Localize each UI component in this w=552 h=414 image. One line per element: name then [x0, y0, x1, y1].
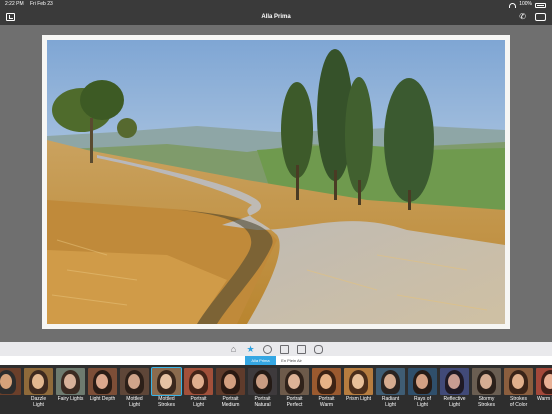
- portrait-face-icon: [224, 374, 236, 389]
- preset-item[interactable]: Dazzle Light: [23, 368, 54, 412]
- preset-thumbnail: [440, 368, 469, 395]
- layers-icon[interactable]: [297, 345, 306, 354]
- preset-thumbnail: [24, 368, 53, 395]
- portrait-face-icon: [416, 374, 428, 389]
- portrait-face-icon: [448, 374, 460, 389]
- status-time: 2:22 PM: [5, 1, 24, 7]
- preset-item[interactable]: Warm Blush: [535, 368, 552, 412]
- portrait-face-icon: [96, 374, 108, 389]
- star-icon[interactable]: ★: [246, 345, 255, 354]
- preset-thumbnail: [408, 368, 437, 395]
- battery-percent: 100%: [519, 1, 532, 7]
- portrait-face-icon: [512, 374, 524, 389]
- portrait-face-icon: [192, 374, 204, 389]
- preset-item[interactable]: Portrait Light: [183, 368, 214, 412]
- portrait-face-icon: [0, 374, 12, 389]
- preset-item[interactable]: Mottled Strokes: [151, 367, 182, 412]
- portrait-face-icon: [320, 374, 332, 389]
- portrait-face-icon: [128, 374, 140, 389]
- preset-thumbnail: [248, 368, 277, 395]
- preset-item[interactable]: Fairy Lights: [55, 368, 86, 412]
- preset-thumbnail: [151, 367, 182, 396]
- lens-icon[interactable]: [314, 345, 323, 354]
- preset-item[interactable]: Portrait Medium: [215, 368, 246, 412]
- canvas-area: [0, 25, 552, 342]
- preset-thumbnail: [472, 368, 501, 395]
- preset-thumbnail: [536, 368, 552, 395]
- page-title: Alla Prima: [261, 14, 291, 20]
- preset-thumbnail: [216, 368, 245, 395]
- nav-bar: Alla Prima ✆: [0, 9, 552, 25]
- preset-strip[interactable]: Dazzle Light Fairy Lights Light Depth Mottl…: [0, 365, 552, 414]
- tool-bar: ⌂ ★: [0, 342, 552, 356]
- preset-item[interactable]: Stormy Strokes: [471, 368, 502, 412]
- tab-en-plein-air[interactable]: En Plein Air: [276, 356, 307, 365]
- portrait-face-icon: [480, 374, 492, 389]
- landscape-painting-icon: [47, 40, 505, 324]
- style-tabs: Alla Prima En Plein Air: [0, 356, 552, 365]
- portrait-face-icon: [256, 374, 268, 389]
- painted-landscape-image[interactable]: [47, 40, 505, 324]
- preset-label: Warm Blush: [536, 396, 552, 402]
- preset-thumbnail: [312, 368, 341, 395]
- status-right: 100%: [509, 0, 546, 9]
- portrait-face-icon: [384, 374, 396, 389]
- preset-item[interactable]: Portrait Natural: [247, 368, 278, 412]
- tab-alla-prima[interactable]: Alla Prima: [245, 356, 276, 365]
- preset-thumbnail: [280, 368, 309, 395]
- preset-thumbnail: [184, 368, 213, 395]
- portrait-face-icon: [64, 374, 76, 389]
- battery-icon: [535, 3, 546, 8]
- portrait-face-icon: [32, 374, 44, 389]
- preset-thumbnail: [504, 368, 533, 395]
- preset-thumbnail: [120, 368, 149, 395]
- preset-item[interactable]: Portrait Warm: [311, 368, 342, 412]
- status-date: Fri Feb 23: [30, 1, 53, 7]
- preset-thumbnail: [376, 368, 405, 395]
- brush-icon[interactable]: [263, 345, 272, 354]
- preset-thumbnail: [88, 368, 117, 395]
- preset-item[interactable]: Reflective Light: [439, 368, 470, 412]
- artwork-frame: [42, 35, 510, 329]
- preset-item[interactable]: Light Depth: [87, 368, 118, 412]
- preset-item[interactable]: Radiant Light: [375, 368, 406, 412]
- status-bar: 2:22 PM Fri Feb 23 100%: [0, 0, 552, 9]
- preset-item[interactable]: Strokes of Color: [503, 368, 534, 412]
- preset-thumbnail: [344, 368, 373, 395]
- export-icon[interactable]: [535, 13, 546, 21]
- preset-item[interactable]: Rays of Light: [407, 368, 438, 412]
- wifi-icon: [509, 3, 517, 8]
- portrait-face-icon: [544, 374, 552, 389]
- preset-item[interactable]: Prism Light: [343, 368, 374, 412]
- phone-icon[interactable]: ✆: [519, 12, 526, 22]
- preset-thumbnail: [56, 368, 85, 395]
- preset-item[interactable]: Portrait Perfect: [279, 368, 310, 412]
- home-icon[interactable]: ⌂: [229, 345, 238, 354]
- preset-thumbnail: [0, 368, 21, 395]
- preset-item[interactable]: Mottled Light: [119, 368, 150, 412]
- portrait-face-icon: [288, 374, 300, 389]
- canvas-icon[interactable]: [280, 345, 289, 354]
- portrait-face-icon: [160, 374, 172, 389]
- portrait-face-icon: [352, 374, 364, 389]
